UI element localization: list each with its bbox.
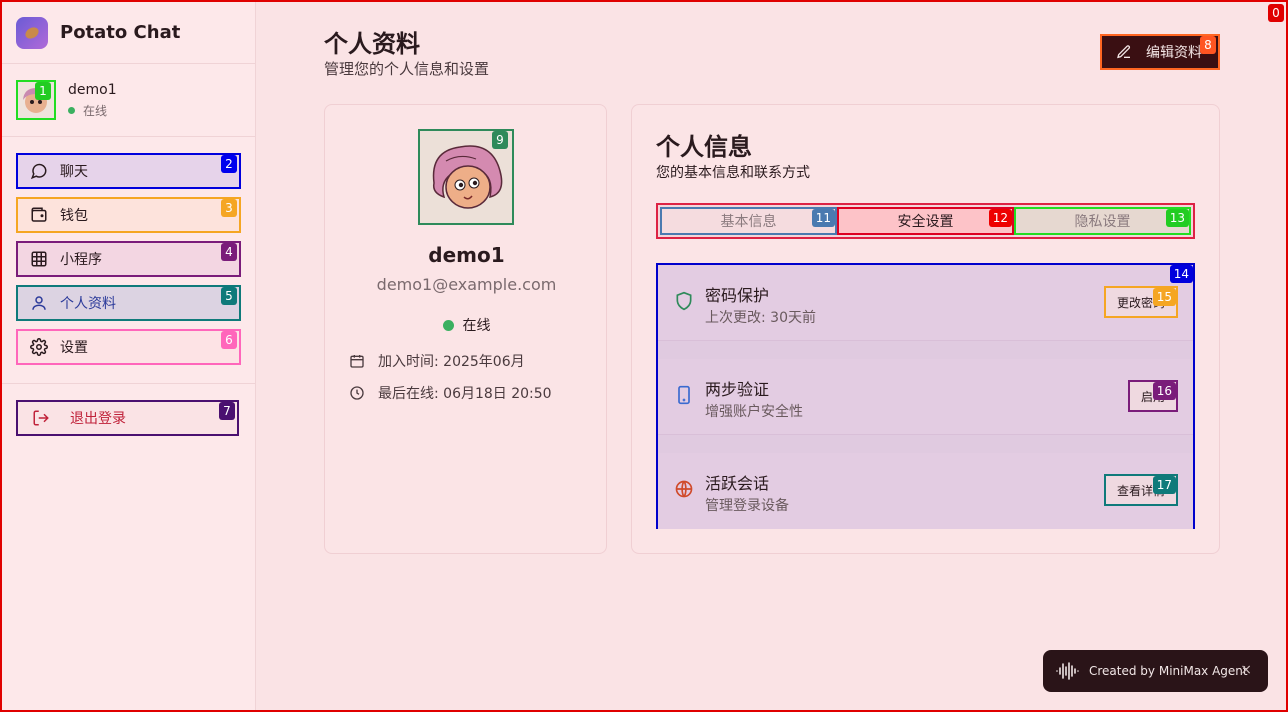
sidebar-item-label: 聊天: [60, 164, 88, 180]
annotation-badge: 0: [1268, 4, 1284, 22]
shield-icon: [676, 291, 692, 311]
list-item: 密码保护 上次更改: 30天前 更改密码 15: [658, 265, 1193, 341]
pencil-icon: [1117, 45, 1131, 59]
annotation-badge: 2: [221, 155, 237, 173]
list-item: 两步验证 增强账户安全性 启用 16: [658, 359, 1193, 435]
joined-date: 加入时间: 2025年06月: [349, 351, 525, 371]
enable-2fa-button[interactable]: 启用 16: [1128, 380, 1178, 412]
info-card: 个人信息 您的基本信息和联系方式 基本信息 11 安全设置 12 隐私设置 13…: [631, 104, 1220, 554]
page-subtitle: 管理您的个人信息和设置: [324, 60, 490, 78]
change-password-button[interactable]: 更改密码 15: [1104, 286, 1178, 318]
avatar[interactable]: 1: [16, 80, 56, 120]
security-item-desc: 上次更改: 30天前: [705, 310, 816, 326]
annotation-badge: 4: [221, 243, 237, 261]
logout-label: 退出登录: [70, 411, 126, 427]
user-icon: [32, 296, 46, 310]
potato-logo-icon: [16, 16, 48, 49]
sidebar-item-settings[interactable]: 设置 6: [16, 329, 241, 365]
brand: Potato Chat: [2, 2, 255, 64]
sidebar-item-label: 钱包: [60, 208, 88, 224]
annotation-badge: 1: [35, 82, 51, 100]
sidebar-item-label: 小程序: [60, 252, 102, 268]
app-title: Potato Chat: [60, 22, 181, 43]
annotation-badge: 3: [221, 199, 237, 217]
sidebar-item-wallet[interactable]: 钱包 3: [16, 197, 241, 233]
annotation-badge: 12: [988, 209, 1012, 227]
calendar-icon: [350, 355, 364, 368]
phone-icon: [678, 385, 690, 405]
sidebar-item-miniapps[interactable]: 小程序 4: [16, 241, 241, 277]
clock-icon: [350, 386, 364, 400]
sidebar-user-name: demo1: [68, 81, 117, 98]
sidebar-nav: 聊天 2 钱包 3 小程序 4 个人资料 5 设置 6: [2, 137, 255, 384]
edit-profile-button[interactable]: 编辑资料 8: [1100, 34, 1220, 70]
annotation-badge: 11: [811, 209, 835, 227]
annotation-badge: 9: [492, 131, 508, 149]
logout-button[interactable]: 退出登录 7: [16, 400, 239, 436]
annotation-badge: 16: [1152, 382, 1176, 400]
grid-icon: [31, 251, 47, 267]
view-sessions-button[interactable]: 查看详情 17: [1104, 474, 1178, 506]
sidebar-item-label: 个人资料: [60, 296, 116, 312]
profile-card: 9 demo1 demo1@example.com 在线 加入时间: 2025年…: [324, 104, 607, 554]
annotation-badge: 6: [221, 331, 237, 349]
annotation-badge: 8: [1200, 36, 1216, 54]
waveform-icon: [1056, 662, 1079, 680]
info-subtitle: 您的基本信息和联系方式: [656, 165, 810, 181]
sidebar-item-chat[interactable]: 聊天 2: [16, 153, 241, 189]
chat-bubble-icon: [30, 163, 47, 180]
security-item-title: 密码保护: [705, 286, 770, 305]
gear-icon: [30, 338, 48, 356]
info-title: 个人信息: [656, 133, 752, 161]
tab-privacy-settings[interactable]: 隐私设置 13: [1014, 207, 1191, 235]
tab-basic-info[interactable]: 基本信息 11: [660, 207, 837, 235]
info-tabs: 基本信息 11 安全设置 12 隐私设置 13: [656, 203, 1195, 239]
sidebar-user: 1 demo1 在线: [2, 64, 255, 137]
sidebar-user-status: 在线: [68, 102, 117, 119]
security-item-desc: 管理登录设备: [705, 498, 789, 514]
profile-email: demo1@example.com: [376, 275, 557, 294]
edit-profile-label: 编辑资料: [1146, 45, 1202, 61]
annotation-badge: 14: [1169, 265, 1193, 283]
sidebar: Potato Chat 1 demo1 在线 聊天 2 钱包 3 小程序 4 个…: [2, 2, 256, 710]
page-title: 个人资料: [324, 30, 420, 58]
status-badge: 在线: [325, 315, 608, 335]
sidebar-item-profile[interactable]: 个人资料 5: [16, 285, 241, 321]
close-icon[interactable]: ×: [1240, 662, 1252, 678]
security-item-title: 活跃会话: [705, 474, 770, 493]
security-item-desc: 增强账户安全性: [705, 404, 803, 420]
security-list: 14 密码保护 上次更改: 30天前 更改密码 15 两步验证 增强账户安全性 …: [656, 263, 1195, 529]
annotation-badge: 17: [1152, 476, 1176, 494]
tab-security-settings[interactable]: 安全设置 12: [837, 207, 1014, 235]
wallet-icon: [31, 207, 47, 222]
profile-avatar[interactable]: 9: [418, 129, 514, 225]
minimax-toast: Created by MiniMax Agent ×: [1043, 650, 1268, 692]
annotation-badge: 7: [219, 402, 235, 420]
online-dot-icon: [68, 106, 75, 114]
profile-name: demo1: [428, 243, 505, 267]
list-item: 活跃会话 管理登录设备 查看详情 17: [658, 453, 1193, 529]
annotation-badge: 13: [1165, 209, 1189, 227]
logout-icon: [33, 410, 49, 426]
toast-text: Created by MiniMax Agent: [1089, 664, 1248, 678]
annotation-badge: 15: [1152, 288, 1176, 306]
annotation-badge: 5: [221, 287, 237, 305]
security-item-title: 两步验证: [705, 380, 770, 399]
online-dot-icon: [442, 319, 454, 331]
last-online: 最后在线: 06月18日 20:50: [349, 383, 552, 403]
sidebar-item-label: 设置: [60, 340, 88, 356]
globe-icon: [675, 480, 693, 498]
